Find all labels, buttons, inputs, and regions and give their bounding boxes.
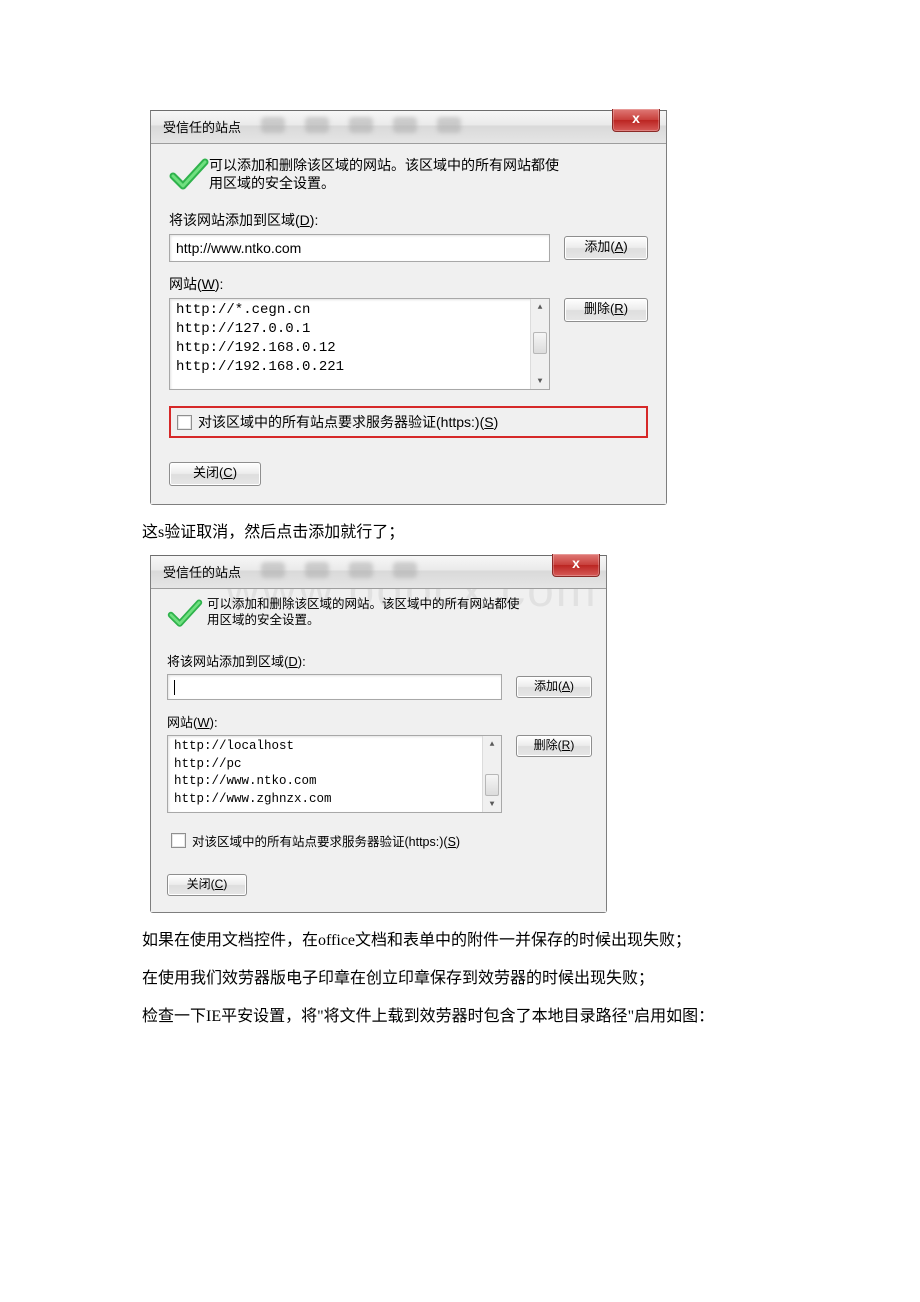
paragraph: 在使用我们效劳器版电子印章在创立印章保存到效劳器的时候出现失败； [110,963,860,995]
dialog-info: 可以添加和删除该区域的网站。该区域中的所有网站都使 用区域的安全设置。 [167,599,592,633]
list-item[interactable]: http://pc [174,756,476,774]
add-zone-label: 将该网站添加到区域(D): [169,210,648,230]
scroll-down-icon[interactable]: ▼ [483,796,501,812]
sites-listbox[interactable]: http://*.cegn.cn http://127.0.0.1 http:/… [169,298,550,390]
checkmark-icon [169,158,209,192]
title-bar: 受信任的站点 x [151,556,606,589]
dialog-title: 受信任的站点 [163,562,241,581]
list-item[interactable]: http://localhost [174,738,476,756]
list-item[interactable]: http://www.ntko.com [174,773,476,791]
add-button[interactable]: 添加(A) [516,676,592,698]
title-blur-decor [261,117,461,133]
info-line-1: 可以添加和删除该区域的网站。该区域中的所有网站都使 [209,157,559,173]
list-item[interactable]: http://www.zghnzx.com [174,791,476,809]
list-item[interactable]: http://127.0.0.1 [176,320,524,339]
title-blur-decor [261,562,417,578]
scroll-thumb[interactable] [485,774,499,796]
info-line-2: 用区域的安全设置。 [207,613,320,627]
close-button[interactable]: 关闭(C) [169,462,261,486]
scrollbar[interactable]: ▲ ▼ [482,736,501,812]
https-required-row[interactable]: 对该区域中的所有站点要求服务器验证(https:)(S) [167,829,592,852]
input-value: http://www.ntko.com [176,240,301,256]
add-button[interactable]: 添加(A) [564,236,648,260]
checkbox-label: 对该区域中的所有站点要求服务器验证(https:)(S) [198,412,498,432]
close-icon[interactable]: x [612,109,660,132]
close-button[interactable]: 关闭(C) [167,874,247,896]
trusted-sites-dialog-1: 受信任的站点 x 可以添加和删除该区域的网站。该区域中的所有网站都使 用区域的安… [150,110,667,505]
dialog-info: 可以添加和删除该区域的网站。该区域中的所有网站都使 用区域的安全设置。 [169,158,648,192]
remove-button[interactable]: 删除(R) [516,735,592,757]
checkbox-label: 对该区域中的所有站点要求服务器验证(https:)(S) [192,831,460,850]
add-zone-label: 将该网站添加到区域(D): [167,651,592,670]
scroll-up-icon[interactable]: ▲ [483,736,501,752]
scroll-down-icon[interactable]: ▼ [531,373,549,389]
https-required-row[interactable]: 对该区域中的所有站点要求服务器验证(https:)(S) [169,406,648,438]
checkbox-icon[interactable] [177,415,192,430]
dialog-title: 受信任的站点 [163,117,241,136]
checkmark-icon [167,599,207,633]
scroll-up-icon[interactable]: ▲ [531,299,549,315]
checkbox-icon[interactable] [171,833,186,848]
paragraph: 这s验证取消，然后点击添加就行了； [110,517,860,549]
list-item[interactable]: http://*.cegn.cn [176,301,524,320]
remove-button[interactable]: 删除(R) [564,298,648,322]
sites-label: 网站(W): [169,274,648,294]
paragraph: 如果在使用文档控件，在office文档和表单中的附件一并保存的时候出现失败； [110,925,860,957]
list-item[interactable]: http://192.168.0.221 [176,358,524,377]
list-item[interactable]: http://192.168.0.12 [176,339,524,358]
info-line-1: 可以添加和删除该区域的网站。该区域中的所有网站都使 [207,597,520,611]
sites-label: 网站(W): [167,712,592,731]
trusted-sites-dialog-2: 受信任的站点 x 可以添加和删除该区域的网站。该区域中的所有网站都使 [150,555,607,913]
close-icon[interactable]: x [552,554,600,577]
title-bar: 受信任的站点 x [151,111,666,144]
add-zone-input[interactable]: http://www.ntko.com [169,234,550,262]
info-line-2: 用区域的安全设置。 [209,175,335,191]
scrollbar[interactable]: ▲ ▼ [530,299,549,389]
sites-listbox[interactable]: http://localhost http://pc http://www.nt… [167,735,502,813]
add-zone-input[interactable] [167,674,502,700]
paragraph: 检查一下IE平安设置，将"将文件上载到效劳器时包含了本地目录路径"启用如图： [110,1001,860,1033]
scroll-thumb[interactable] [533,332,547,354]
